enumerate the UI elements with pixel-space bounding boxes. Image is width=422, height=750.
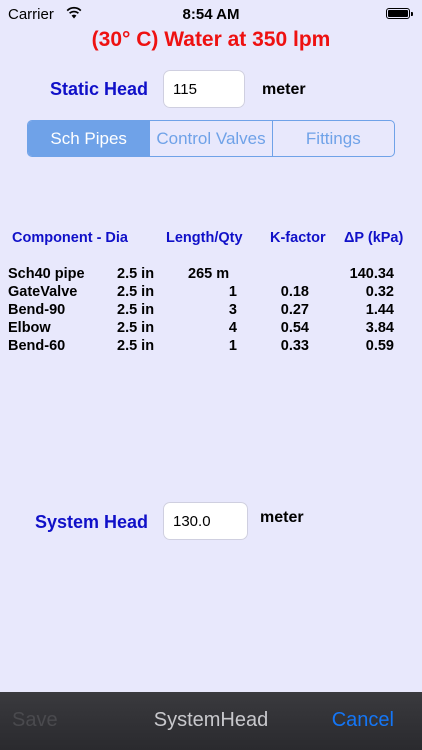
system-head-input[interactable]: 130.0 bbox=[163, 502, 248, 540]
cell-kfactor: 0.54 bbox=[280, 320, 309, 336]
clock: 8:54 AM bbox=[182, 6, 240, 23]
cell-component: GateValve bbox=[8, 284, 78, 300]
static-head-unit: meter bbox=[262, 81, 306, 98]
cell-dp: 1.44 bbox=[365, 302, 394, 318]
table-row: Elbow 2.5 in 4 0.54 3.84 bbox=[0, 320, 422, 338]
cancel-button[interactable]: Cancel bbox=[332, 709, 394, 732]
cell-dia: 2.5 in bbox=[117, 320, 155, 336]
save-button[interactable]: Save bbox=[12, 709, 58, 732]
battery-icon bbox=[386, 8, 413, 19]
cell-dp: 140.34 bbox=[349, 266, 394, 282]
cell-dp: 0.59 bbox=[365, 338, 394, 354]
cell-kfactor: 0.27 bbox=[280, 302, 309, 318]
cell-component: Elbow bbox=[8, 320, 51, 336]
header-component: Component - Dia bbox=[12, 230, 128, 246]
static-head-input[interactable]: 115 bbox=[163, 70, 245, 108]
tab-fittings[interactable]: Fittings bbox=[271, 121, 394, 156]
table-row: GateValve 2.5 in 1 0.18 0.32 bbox=[0, 284, 422, 302]
bottom-toolbar: SystemHead Save Cancel bbox=[0, 692, 422, 750]
header-kfactor: K-factor bbox=[270, 230, 326, 246]
cell-dp: 0.32 bbox=[365, 284, 394, 300]
status-bar: Carrier 8:54 AM bbox=[0, 0, 422, 30]
header-length: Length/Qty bbox=[166, 230, 243, 246]
static-head-label: Static Head bbox=[50, 79, 149, 99]
cell-length: 265 m bbox=[188, 266, 230, 282]
cell-dia: 2.5 in bbox=[117, 302, 155, 318]
cell-kfactor: 0.18 bbox=[280, 284, 309, 300]
cell-length: 1 bbox=[228, 284, 237, 300]
cell-component: Bend-90 bbox=[8, 302, 66, 318]
page-title: (30° C) Water at 350 lpm bbox=[91, 28, 331, 51]
table-row: Bend-90 2.5 in 3 0.27 1.44 bbox=[0, 302, 422, 320]
system-head-unit: meter bbox=[260, 509, 304, 526]
table-row: Sch40 pipe 2.5 in 265 m 140.34 bbox=[0, 266, 422, 284]
cell-kfactor: 0.33 bbox=[280, 338, 309, 354]
system-head-label: System Head bbox=[35, 512, 149, 532]
table-row: Bend-60 2.5 in 1 0.33 0.59 bbox=[0, 338, 422, 356]
cell-component: Bend-60 bbox=[8, 338, 66, 354]
tab-sch-pipes[interactable]: Sch Pipes bbox=[28, 121, 150, 156]
pipe-type-segmented-control: Sch Pipes Control Valves Fittings bbox=[27, 120, 395, 157]
cell-length: 4 bbox=[228, 320, 237, 336]
cell-dia: 2.5 in bbox=[117, 284, 155, 300]
tab-control-valves[interactable]: Control Valves bbox=[149, 121, 271, 156]
cell-length: 1 bbox=[228, 338, 237, 354]
cell-length: 3 bbox=[228, 302, 237, 318]
cell-dia: 2.5 in bbox=[117, 266, 155, 282]
cell-component: Sch40 pipe bbox=[8, 266, 85, 282]
cell-dia: 2.5 in bbox=[117, 338, 155, 354]
cell-dp: 3.84 bbox=[365, 320, 394, 336]
header-dp: ΔP (kPa) bbox=[344, 230, 404, 246]
